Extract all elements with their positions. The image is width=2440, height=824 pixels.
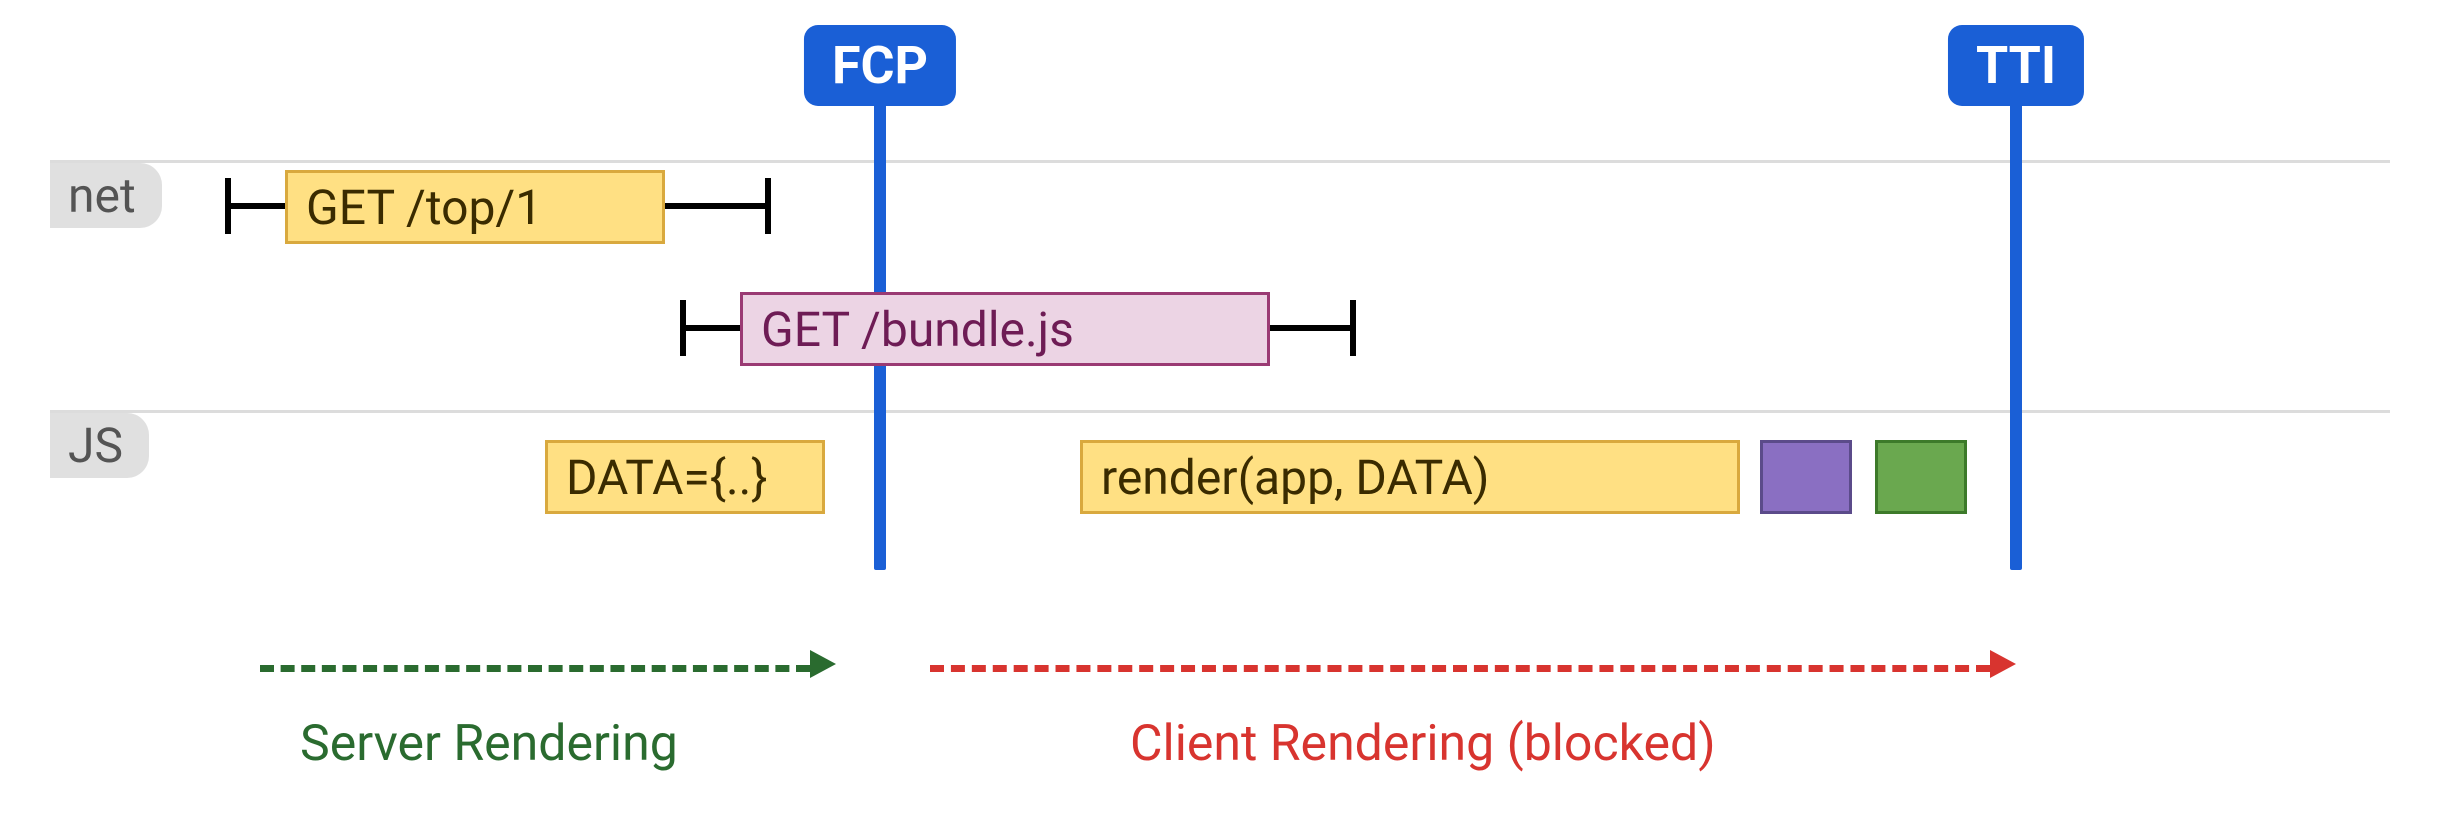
task-block-green bbox=[1875, 440, 1967, 514]
task-data-blob: DATA={..} bbox=[545, 440, 825, 514]
task-block-purple bbox=[1760, 440, 1852, 514]
lane-label-js: JS bbox=[50, 413, 149, 478]
server-phase-arrowhead bbox=[810, 650, 836, 678]
server-phase-arrow bbox=[260, 665, 810, 672]
whisker-cap bbox=[1350, 300, 1356, 356]
tti-marker-flag: TTI bbox=[1948, 25, 2084, 106]
fcp-marker-flag: FCP bbox=[804, 25, 956, 106]
server-phase-label: Server Rendering bbox=[300, 715, 678, 773]
lane-divider-mid bbox=[50, 410, 2390, 413]
client-phase-arrowhead bbox=[1990, 650, 2016, 678]
whisker-line bbox=[680, 325, 740, 331]
whisker-line bbox=[1270, 325, 1350, 331]
task-get-top: GET /top/1 bbox=[285, 170, 665, 244]
task-render: render(app, DATA) bbox=[1080, 440, 1740, 514]
lane-label-net: net bbox=[50, 163, 162, 228]
lane-divider-top bbox=[50, 160, 2390, 163]
whisker-cap bbox=[765, 178, 771, 234]
tti-marker-line bbox=[2010, 100, 2022, 570]
timeline-diagram: net JS FCP TTI GET /top/1 GET /bundle.js… bbox=[0, 0, 2440, 824]
whisker-line bbox=[665, 203, 765, 209]
task-get-bundle: GET /bundle.js bbox=[740, 292, 1270, 366]
whisker-line bbox=[225, 203, 285, 209]
client-phase-arrow bbox=[930, 665, 1990, 672]
client-phase-label: Client Rendering (blocked) bbox=[1130, 715, 1716, 773]
